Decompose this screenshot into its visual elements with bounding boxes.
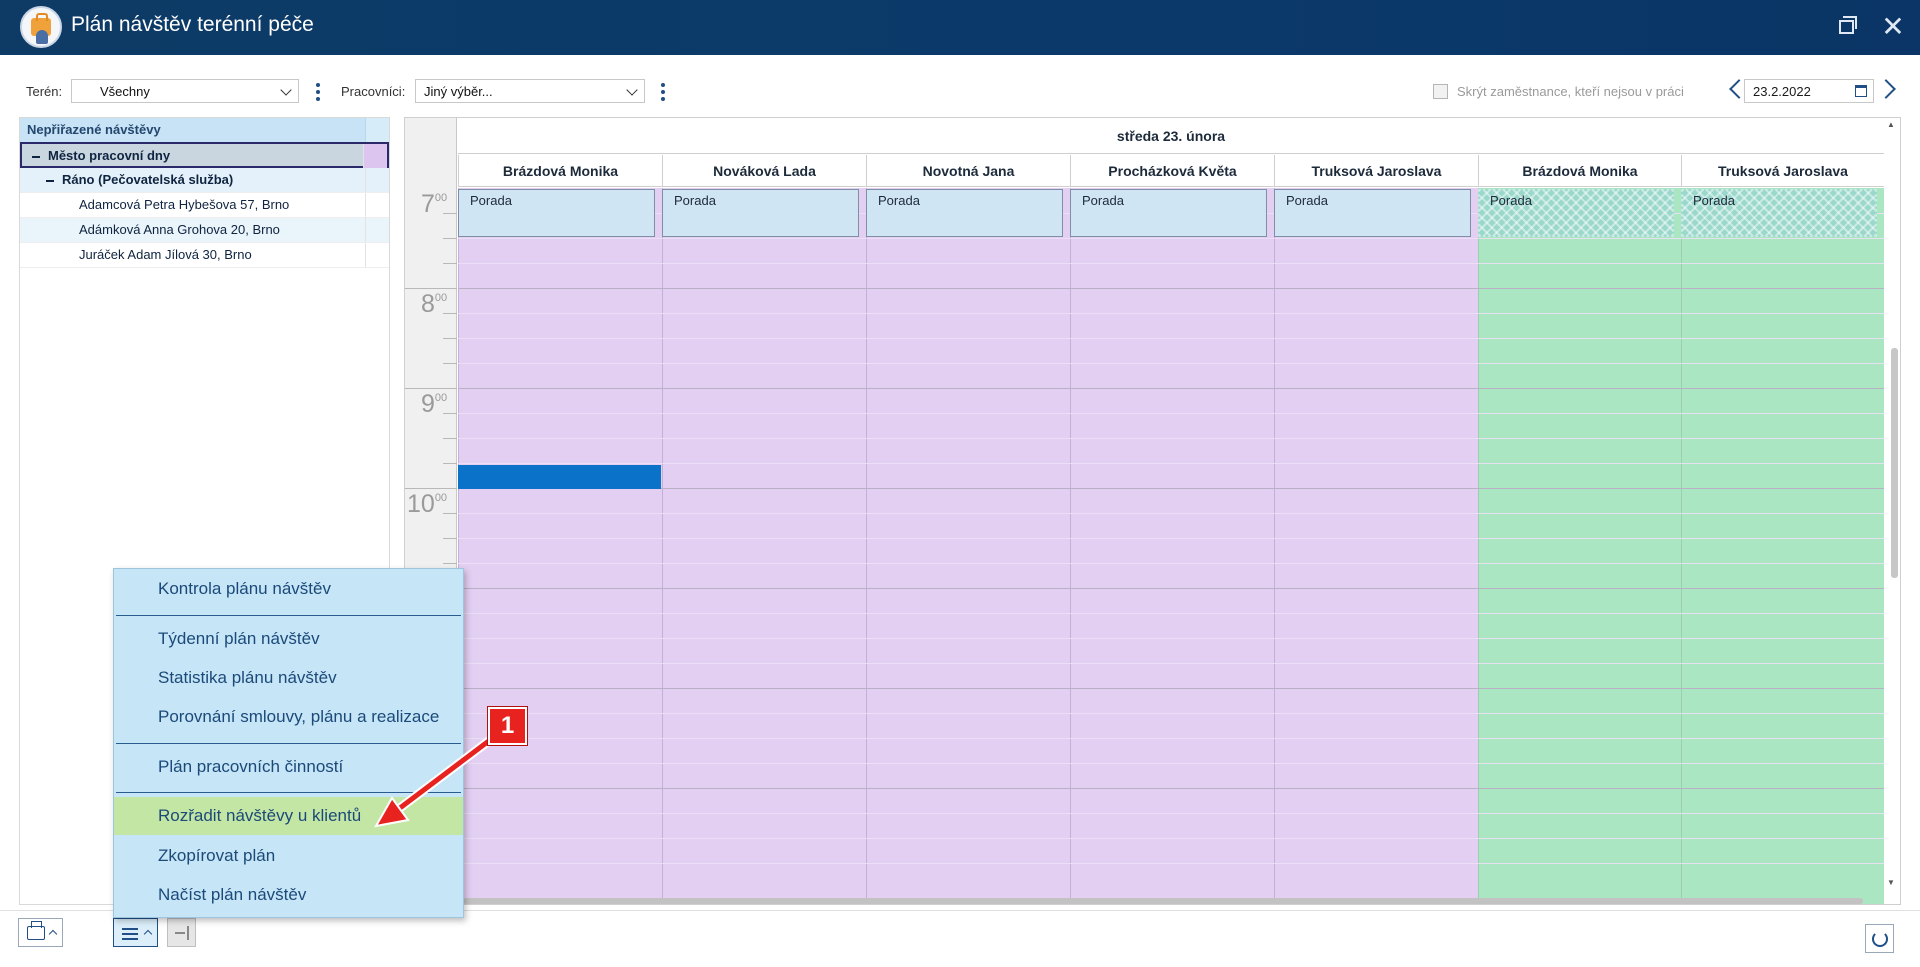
teren-select[interactable]: Všechny [71,79,299,103]
employee-header[interactable]: Procházková Květa [1070,155,1274,187]
day-calendar: středa 23. února Brázdová Monika Novákov… [404,117,1901,905]
chevron-down-icon [280,84,292,96]
hour-label: 700 [421,190,448,218]
event-porada[interactable]: Porada [458,189,655,237]
app-logo-icon [20,6,62,48]
schedule-column[interactable] [1478,188,1681,904]
date-value: 23.2.2022 [1753,84,1811,99]
list-item[interactable]: Adámková Anna Grohova 20, Brno [20,218,389,243]
restore-window-icon[interactable] [1834,14,1860,40]
caret-up-icon [48,929,58,939]
menu-icon [122,928,138,940]
refresh-button[interactable] [1865,924,1894,953]
schedule-column[interactable] [866,188,1070,904]
employee-header[interactable]: Novotná Jana [866,155,1070,187]
teren-more-icon[interactable] [313,81,323,103]
event-porada[interactable]: Porada [1274,189,1471,237]
teren-value: Všechny [100,84,150,99]
employee-header[interactable]: Brázdová Monika [1478,155,1681,187]
employee-header[interactable]: Brázdová Monika [458,155,662,187]
list-item[interactable]: Adamcová Petra Hybešova 57, Brno [20,193,389,218]
selected-time-slot[interactable] [458,465,661,489]
hour-label: 900 [421,390,448,418]
collapse-icon[interactable] [46,179,54,182]
employee-header[interactable]: Truksová Jaroslava [1681,155,1884,187]
schedule-column[interactable] [1070,188,1274,904]
print-button[interactable] [18,918,63,947]
pracovnici-label: Pracovníci: [341,84,406,99]
teren-label: Terén: [26,84,63,99]
hide-absent-label: Skrýt zaměstnance, kteří nejsou v práci [1457,84,1684,99]
employee-header[interactable]: Nováková Lada [662,155,866,187]
pracovnici-select[interactable]: Jiný výběr... [415,79,645,103]
list-item-label: Adámková Anna Grohova 20, Brno [79,222,280,237]
tree-group-row[interactable]: Město pracovní dny [20,142,389,168]
window-title: Plán návštěv terénní péče [71,13,314,36]
title-bar: Plán návštěv terénní péče ✕ [0,0,1920,55]
menu-item-nacist[interactable]: Načíst plán návštěv [114,876,463,914]
annotation-badge: 1 [488,707,527,745]
tree-header-label: Nepřiřazené návštěvy [27,122,161,137]
tree-subgroup-label: Ráno (Pečovatelská služba) [62,172,234,187]
tree-subgroup-row[interactable]: Ráno (Pečovatelská služba) [20,168,389,193]
event-porada[interactable]: Porada [662,189,859,237]
date-input[interactable]: 23.2.2022 [1744,79,1874,103]
event-porada[interactable]: Porada [866,189,1063,237]
employee-header[interactable]: Truksová Jaroslava [1274,155,1478,187]
list-item[interactable]: Juráček Adam Jílová 30, Brno [20,243,389,268]
hour-label: 800 [421,290,448,318]
hide-absent-checkbox[interactable] [1433,84,1448,99]
chevron-down-icon [626,84,638,96]
scroll-up-icon[interactable]: ▲ [1887,120,1895,129]
day-title: středa 23. února [458,118,1884,154]
schedule-column[interactable] [662,188,866,904]
event-porada[interactable]: Porada [1681,189,1877,237]
tree-group-label: Město pracovní dny [48,148,171,163]
event-porada[interactable]: Porada [1070,189,1267,237]
list-item-label: Juráček Adam Jílová 30, Brno [79,247,252,262]
menu-item-tydenni[interactable]: Týdenní plán návštěv [114,620,463,658]
menu-item-kontrola[interactable]: Kontrola plánu návštěv [114,570,463,608]
menu-item-statistika[interactable]: Statistika plánu návštěv [114,659,463,697]
pracovnici-more-icon[interactable] [658,81,668,103]
horizontal-scrollbar[interactable] [463,898,1863,904]
schedule-column[interactable] [1274,188,1478,904]
printer-icon [27,921,45,940]
tree-header: Nepřiřazené návštěvy [20,118,389,142]
next-day-icon[interactable] [1876,79,1896,99]
schedule-column[interactable] [1681,188,1884,904]
actions-menu-button[interactable] [113,918,158,947]
event-porada[interactable]: Porada [1478,189,1674,237]
refresh-icon [1872,931,1888,947]
sign-in-button[interactable] [167,918,196,947]
collapse-icon[interactable] [32,155,40,158]
calendar-icon[interactable] [1855,85,1867,97]
caret-up-icon [143,929,153,939]
hour-label: 1000 [407,490,448,518]
list-item-label: Adamcová Petra Hybešova 57, Brno [79,197,290,212]
vertical-scrollbar[interactable] [1891,348,1898,578]
sign-in-icon [175,926,189,940]
menu-item-zkopirovat[interactable]: Zkopírovat plán [114,837,463,875]
scroll-down-icon[interactable]: ▼ [1887,878,1895,887]
close-window-icon[interactable]: ✕ [1880,13,1906,41]
pracovnici-value: Jiný výběr... [424,84,493,99]
